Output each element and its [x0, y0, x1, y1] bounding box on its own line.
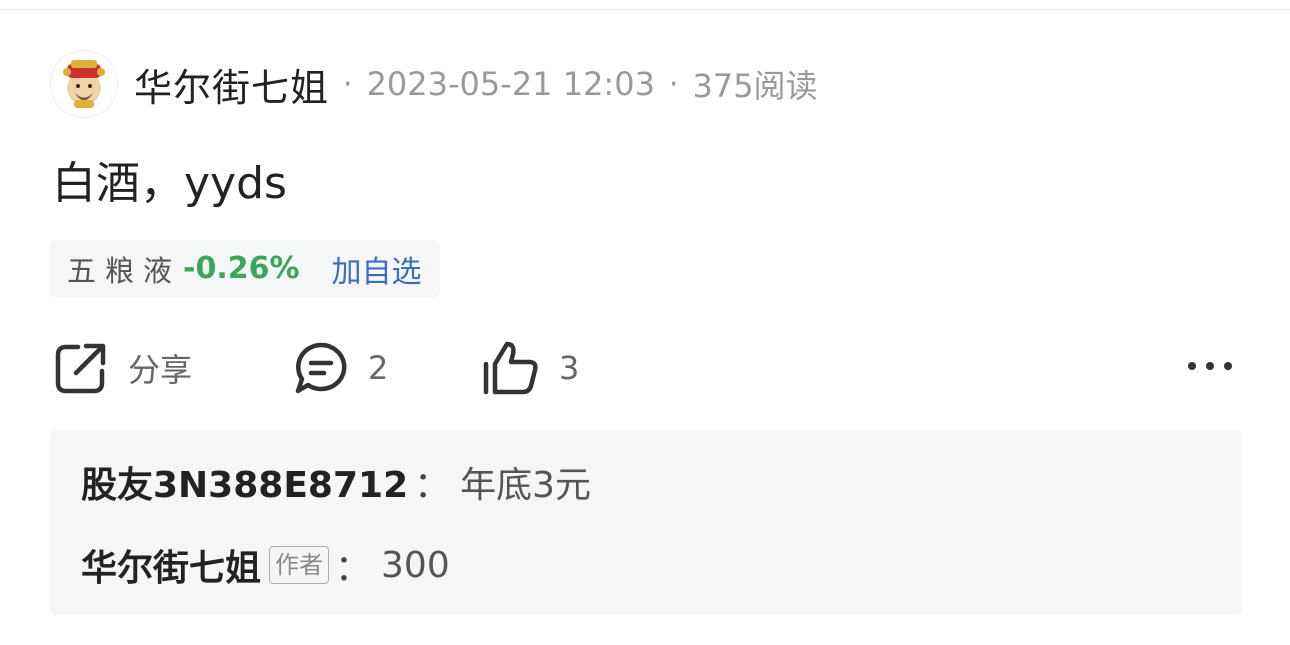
more-button[interactable] — [1180, 346, 1240, 386]
like-button[interactable]: 3 — [481, 338, 579, 398]
post-header: 华尔街七姐 · 2023-05-21 12:03 · 375阅读 — [50, 50, 818, 118]
share-label: 分享 — [128, 351, 193, 389]
comment-separator: ： — [335, 548, 372, 589]
meta-separator: · — [668, 66, 679, 102]
avatar-icon — [63, 60, 105, 108]
read-count: 375阅读 — [692, 67, 818, 105]
comment-text: 年底3元 — [460, 465, 592, 506]
author-name[interactable]: 华尔街七姐 — [134, 57, 329, 112]
top-divider — [0, 9, 1290, 10]
avatar[interactable] — [50, 50, 118, 118]
share-icon — [55, 343, 106, 394]
share-button[interactable]: 分享 — [54, 338, 192, 398]
thumbs-up-icon — [483, 341, 538, 395]
comment-separator: ： — [414, 465, 451, 506]
comment-item[interactable]: 华尔街七姐 作者 ： 300 — [81, 535, 450, 595]
comment-item[interactable]: 股友3N388E8712 ： 年底3元 — [81, 452, 591, 512]
comments-preview[interactable]: 股友3N388E8712 ： 年底3元 华尔街七姐 作者 ： 300 — [49, 430, 1242, 615]
author-badge: 作者 — [269, 546, 330, 584]
comment-text: 300 — [381, 544, 450, 586]
post-content[interactable]: 白酒，yyds — [52, 154, 287, 214]
add-watchlist-button[interactable]: 加自选 — [332, 247, 422, 291]
stock-change: -0.26% — [183, 251, 300, 286]
stock-tag[interactable]: 五粮液 -0.26% 加自选 — [49, 240, 440, 297]
comment-count: 2 — [368, 349, 389, 387]
comment-user[interactable]: 华尔街七姐 — [81, 539, 261, 591]
post-datetime: 2023-05-21 12:03 — [366, 65, 655, 103]
comment-user[interactable]: 股友3N388E8712 — [81, 456, 408, 508]
like-count: 3 — [559, 349, 580, 387]
more-icon — [1188, 362, 1232, 370]
post-card: 华尔街七姐 · 2023-05-21 12:03 · 375阅读 白酒，yyds… — [0, 0, 1290, 645]
comment-button[interactable]: 2 — [294, 338, 388, 398]
meta-separator: · — [343, 66, 353, 102]
stock-name[interactable]: 五粮液 — [67, 248, 181, 290]
comment-icon — [295, 342, 347, 394]
